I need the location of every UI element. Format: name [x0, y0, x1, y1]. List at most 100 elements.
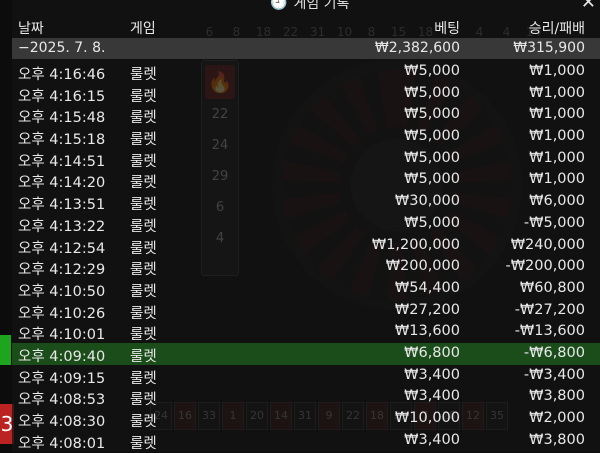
- row-time: 오후 4:10:01: [18, 327, 106, 344]
- history-row[interactable]: 오후 4:15:48 룰렛 ₩5,000 ₩1,000: [12, 104, 600, 126]
- row-time: 오후 4:10:26: [18, 305, 106, 322]
- row-game: 룰렛: [130, 175, 157, 192]
- row-bet: ₩5,000: [404, 171, 460, 188]
- row-game: 룰렛: [130, 392, 157, 409]
- row-winloss: ₩1,000: [529, 171, 585, 188]
- row-winloss: ₩2,000: [529, 410, 585, 426]
- date-summary-row[interactable]: −2025. 7. 8. ₩2,382,600 ₩315,900: [12, 38, 600, 59]
- row-time: 오후 4:08:01: [18, 435, 106, 452]
- row-game: 룰렛: [130, 327, 157, 344]
- history-row[interactable]: 오후 4:10:50 룰렛 ₩54,400 ₩60,800: [12, 278, 600, 300]
- title-bar: 🕘 게임 기록 ✕: [12, 0, 600, 13]
- row-time: 오후 4:09:15: [18, 370, 106, 387]
- row-bet: ₩5,000: [404, 214, 460, 231]
- row-game: 룰렛: [130, 283, 157, 300]
- table-header: 날짜 게임 베팅 승리/패배: [12, 16, 600, 38]
- row-game: 룰렛: [130, 153, 157, 170]
- row-time: 오후 4:15:18: [18, 132, 106, 149]
- row-winloss: ₩3,800: [529, 431, 585, 448]
- row-bet: ₩5,000: [404, 84, 460, 101]
- history-row[interactable]: 오후 4:10:01 룰렛 ₩13,600 -₩13,600: [12, 321, 600, 343]
- summary-winloss-total: ₩315,900: [513, 40, 585, 56]
- row-bet: ₩27,200: [394, 301, 460, 318]
- active-row-marker: [0, 335, 11, 365]
- row-time: 오후 4:10:50: [18, 283, 106, 300]
- row-game: 룰렛: [130, 305, 157, 322]
- history-rows: 오후 4:16:46 룰렛 ₩5,000 ₩1,000 오후 4:16:15 룰렛 ₩5,0…: [12, 61, 600, 452]
- row-time: 오후 4:15:48: [18, 110, 106, 127]
- row-game: 룰렛: [130, 88, 157, 105]
- row-winloss: ₩1,000: [529, 106, 585, 123]
- row-winloss: ₩1,000: [529, 128, 585, 145]
- summary-date: −2025. 7. 8.: [18, 40, 106, 56]
- column-header-winloss: 승리/패배: [528, 21, 585, 37]
- row-bet: ₩5,000: [404, 149, 460, 166]
- history-row[interactable]: 오후 4:12:54 룰렛 ₩1,200,000 ₩240,000: [12, 235, 600, 257]
- row-time: 오후 4:12:54: [18, 240, 106, 257]
- column-header-game: 게임: [130, 21, 156, 37]
- row-time: 오후 4:08:53: [18, 392, 106, 409]
- row-game: 룰렛: [130, 348, 157, 365]
- close-icon[interactable]: ✕: [581, 0, 596, 13]
- row-bet: ₩1,200,000: [371, 236, 460, 253]
- column-header-date: 날짜: [18, 21, 44, 37]
- history-row[interactable]: 오후 4:13:22 룰렛 ₩5,000 -₩5,000: [12, 213, 600, 235]
- row-time: 오후 4:09:40: [18, 348, 106, 365]
- row-game: 룰렛: [130, 218, 157, 235]
- history-row[interactable]: 오후 4:12:29 룰렛 ₩200,000 -₩200,000: [12, 256, 600, 278]
- row-winloss: ₩6,000: [529, 193, 585, 210]
- history-row[interactable]: 오후 4:08:01 룰렛 ₩3,400 ₩3,800: [12, 430, 600, 452]
- row-winloss: ₩1,000: [529, 84, 585, 101]
- panel-title: 🕘 게임 기록: [270, 0, 349, 13]
- row-game: 룰렛: [130, 110, 157, 127]
- history-row[interactable]: 오후 4:16:46 룰렛 ₩5,000 ₩1,000: [12, 61, 600, 83]
- row-winloss: -₩13,600: [514, 323, 585, 340]
- row-bet: ₩5,000: [404, 106, 460, 123]
- row-game: 룰렛: [130, 240, 157, 257]
- history-row[interactable]: 오후 4:08:30 룰렛 ₩10,000 ₩2,000: [12, 408, 600, 430]
- history-row[interactable]: 오후 4:08:53 룰렛 ₩3,400 ₩3,800: [12, 386, 600, 408]
- history-row[interactable]: 오후 4:14:51 룰렛 ₩5,000 ₩1,000: [12, 148, 600, 170]
- row-winloss: -₩5,000: [523, 214, 585, 231]
- history-row[interactable]: 오후 4:09:40 룰렛 ₩6,800 -₩6,800: [12, 342, 600, 365]
- row-game: 룰렛: [130, 67, 157, 83]
- history-row[interactable]: 오후 4:16:15 룰렛 ₩5,000 ₩1,000: [12, 83, 600, 105]
- row-bet: ₩3,400: [404, 388, 460, 405]
- history-row[interactable]: 오후 4:09:15 룰렛 ₩3,400 -₩3,400: [12, 365, 600, 387]
- column-header-bet: 베팅: [434, 21, 460, 37]
- row-bet: ₩3,400: [404, 431, 460, 448]
- history-row[interactable]: 오후 4:10:26 룰렛 ₩27,200 -₩27,200: [12, 300, 600, 322]
- row-game: 룰렛: [130, 370, 157, 387]
- row-time: 오후 4:12:29: [18, 262, 106, 279]
- summary-bet-total: ₩2,382,600: [374, 40, 460, 56]
- row-game: 룰렛: [130, 197, 157, 214]
- row-bet: ₩54,400: [394, 279, 460, 296]
- row-bet: ₩13,600: [394, 323, 460, 340]
- history-row[interactable]: 오후 4:14:20 룰렛 ₩5,000 ₩1,000: [12, 169, 600, 191]
- row-winloss: ₩1,000: [529, 149, 585, 166]
- row-time: 오후 4:16:15: [18, 88, 106, 105]
- row-bet: ₩30,000: [394, 193, 460, 210]
- history-clock-icon: 🕘: [270, 0, 288, 11]
- row-time: 오후 4:13:51: [18, 197, 106, 214]
- game-history-panel: 🕘 게임 기록 ✕ 날짜 게임 베팅 승리/패배 −2025. 7. 8. ₩2…: [12, 0, 600, 452]
- row-winloss: -₩3,400: [523, 366, 585, 383]
- row-winloss: -₩27,200: [514, 301, 585, 318]
- row-bet: ₩200,000: [385, 258, 460, 275]
- history-row[interactable]: 오후 4:13:51 룰렛 ₩30,000 ₩6,000: [12, 191, 600, 213]
- row-winloss: ₩60,800: [519, 279, 585, 296]
- row-time: 오후 4:14:20: [18, 175, 106, 192]
- row-winloss: -₩200,000: [505, 258, 585, 275]
- row-time: 오후 4:16:46: [18, 67, 106, 83]
- row-time: 오후 4:08:30: [18, 414, 106, 430]
- row-winloss: ₩1,000: [529, 63, 585, 79]
- row-bet: ₩5,000: [404, 63, 460, 79]
- row-time: 오후 4:14:51: [18, 153, 106, 170]
- row-time: 오후 4:13:22: [18, 218, 106, 235]
- row-winloss: ₩3,800: [529, 388, 585, 405]
- history-row[interactable]: 오후 4:15:18 룰렛 ₩5,000 ₩1,000: [12, 126, 600, 148]
- panel-title-text: 게임 기록: [293, 0, 350, 12]
- row-bet: ₩5,000: [404, 128, 460, 145]
- row-game: 룰렛: [130, 262, 157, 279]
- row-game: 룰렛: [130, 414, 157, 430]
